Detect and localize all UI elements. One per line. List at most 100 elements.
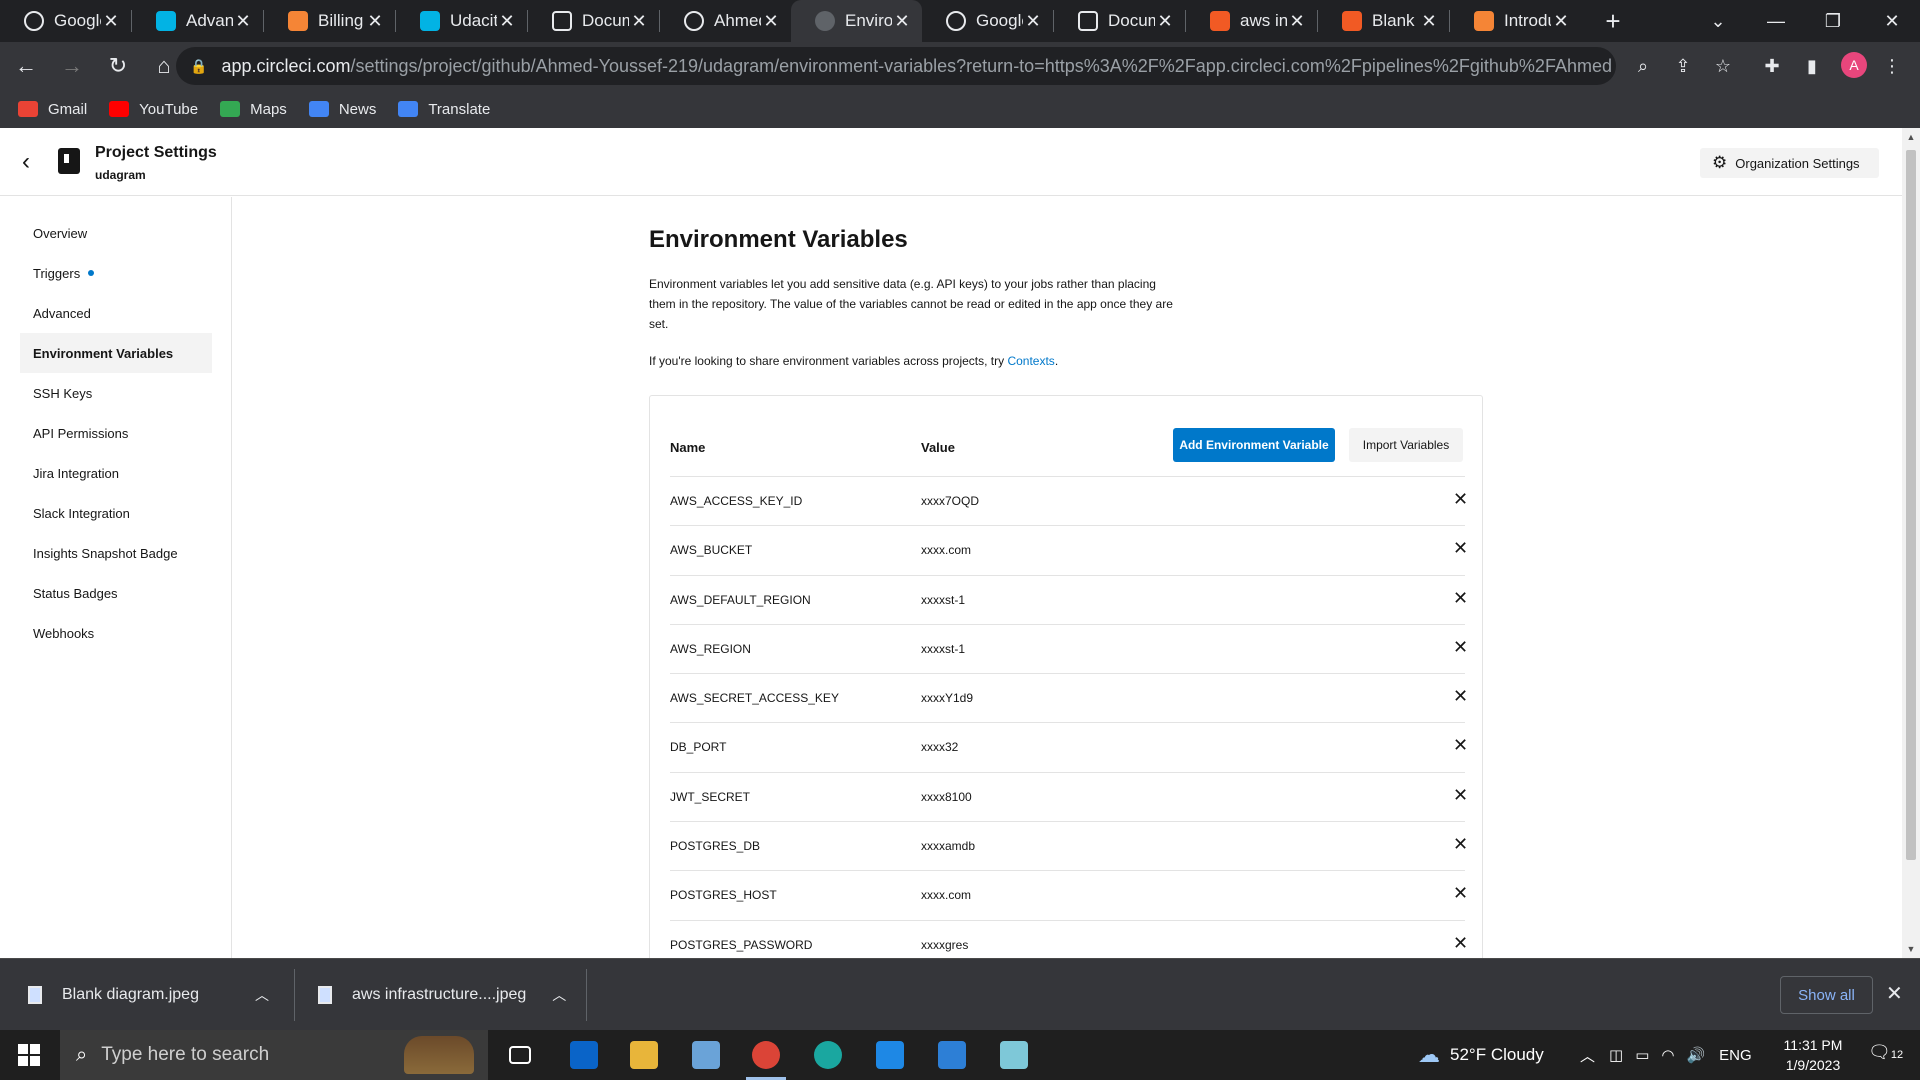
tab-close-icon[interactable]: ✕ [1023,11,1043,32]
tab-close-icon[interactable]: ✕ [629,11,649,32]
sidebar-item[interactable]: Jira Integration [20,453,212,493]
tab-close-icon[interactable]: ✕ [761,11,781,32]
delete-icon[interactable]: ✕ [1453,834,1468,855]
back-chevron-icon[interactable]: ‹ [22,148,30,176]
chevron-up-icon[interactable]: ︿ [255,985,269,1005]
bookmark-item[interactable]: YouTube [109,101,198,118]
tab-close-icon[interactable]: ✕ [1287,11,1307,32]
tab-search-icon[interactable]: ⌄ [1688,0,1748,42]
meet-now-icon[interactable]: ◫ [1609,1046,1623,1064]
sidebar-item[interactable]: SSH Keys [20,373,212,413]
scrollbar-thumb[interactable] [1906,150,1916,860]
url-text[interactable]: app.circleci.com/settings/project/github… [221,56,1611,77]
sidebar-item[interactable]: Overview [20,213,212,253]
delete-icon[interactable]: ✕ [1453,785,1468,806]
import-variables-button[interactable]: Import Variables [1349,428,1463,462]
browser-tab[interactable]: Google ✕ [922,0,1053,42]
sidebar-item[interactable]: Slack Integration [20,493,212,533]
tab-close-icon[interactable]: ✕ [101,11,121,32]
tab-close-icon[interactable]: ✕ [365,11,385,32]
new-tab-icon[interactable]: + [1593,6,1633,37]
delete-icon[interactable]: ✕ [1453,883,1468,904]
restore-icon[interactable]: ❐ [1803,0,1863,42]
browser-tab[interactable]: Google ✕ [0,0,131,42]
bookmark-item[interactable]: Gmail [18,101,87,118]
minimize-icon[interactable]: — [1746,0,1806,42]
windows-start-icon[interactable] [18,1044,40,1066]
taskbar-app[interactable] [800,1030,856,1080]
browser-tab[interactable]: aws infr ✕ [1186,0,1317,42]
tab-close-icon[interactable]: ✕ [1155,11,1175,32]
sidebar-item[interactable]: Insights Snapshot Badge [20,533,212,573]
sidebar-item[interactable]: Triggers [20,253,212,293]
delete-icon[interactable]: ✕ [1453,588,1468,609]
volume-icon[interactable]: 🔊 [1686,1046,1705,1064]
browser-tab[interactable]: Introdu ✕ [1450,0,1581,42]
clock[interactable]: 11:31 PM 1/9/2023 [1768,1035,1858,1075]
menu-kebab-icon[interactable]: ⋮ [1876,50,1908,82]
add-environment-variable-button[interactable]: Add Environment Variable [1173,428,1335,462]
notifications-icon[interactable]: 🗨12 [1868,1042,1903,1063]
taskbar-search[interactable]: ⌕ Type here to search [60,1030,488,1080]
download-item[interactable]: aws infrastructure....jpeg ︿ [318,959,566,1031]
window-close-icon[interactable]: ✕ [1862,0,1920,42]
address-bar[interactable]: 🔒 app.circleci.com/settings/project/gith… [176,47,1616,85]
scroll-down-icon[interactable]: ▼ [1902,944,1920,954]
back-arrow-icon[interactable]: ← [6,46,46,86]
share-icon[interactable]: ⇪ [1667,50,1699,82]
delete-icon[interactable]: ✕ [1453,933,1468,954]
delete-icon[interactable]: ✕ [1453,637,1468,658]
taskbar-app[interactable] [556,1030,612,1080]
bookmark-item[interactable]: News [308,101,376,118]
bookmark-item[interactable]: Maps [220,101,287,118]
sidebar-item[interactable]: Environment Variables [20,333,212,373]
profile-avatar[interactable]: A [1841,52,1867,78]
battery-icon[interactable]: ▭ [1635,1046,1649,1064]
show-all-button[interactable]: Show all [1780,976,1873,1014]
download-item[interactable]: Blank diagram.jpeg ︿ [28,959,269,1031]
scroll-up-icon[interactable]: ▲ [1902,132,1920,142]
side-panel-icon[interactable]: ▮ [1796,50,1828,82]
delete-icon[interactable]: ✕ [1453,735,1468,756]
delete-icon[interactable]: ✕ [1453,686,1468,707]
taskbar-app[interactable] [986,1030,1042,1080]
page-scrollbar[interactable]: ▲ ▼ [1902,128,1920,958]
tab-close-icon[interactable]: ✕ [1551,11,1571,32]
sidebar-item[interactable]: Status Badges [20,573,212,613]
browser-tab[interactable]: Environ ✕ [791,0,922,42]
taskbar-app[interactable] [738,1030,794,1080]
sidebar-item[interactable]: Webhooks [20,613,212,653]
delete-icon[interactable]: ✕ [1453,538,1468,559]
taskbar-app[interactable] [492,1030,548,1080]
tab-close-icon[interactable]: ✕ [892,11,912,32]
browser-tab[interactable]: Blank d ✕ [1318,0,1449,42]
browser-tab[interactable]: Docum ✕ [1054,0,1185,42]
extensions-icon[interactable]: ✚ [1756,50,1788,82]
browser-tab[interactable]: Docum ✕ [528,0,659,42]
tray-icons[interactable]: ︿ ◫ ▭ ◠ 🔊 ENG [1580,1030,1752,1080]
bookmark-star-icon[interactable]: ☆ [1707,50,1739,82]
close-icon[interactable]: ✕ [1886,981,1903,1006]
reload-icon[interactable]: ↻ [98,46,138,86]
browser-tab[interactable]: Udacity ✕ [396,0,527,42]
chevron-up-icon[interactable]: ︿ [1580,1045,1595,1066]
sidebar-item[interactable]: Advanced [20,293,212,333]
wifi-icon[interactable]: ◠ [1661,1046,1674,1064]
contexts-link[interactable]: Contexts [1007,354,1054,368]
browser-tab[interactable]: Ahmed ✕ [660,0,791,42]
taskbar-app[interactable] [924,1030,980,1080]
forward-arrow-icon[interactable]: → [52,46,92,86]
weather-widget[interactable]: ☁ 52°F Cloudy [1418,1030,1544,1080]
language-indicator[interactable]: ENG [1719,1047,1752,1064]
delete-icon[interactable]: ✕ [1453,489,1468,510]
organization-settings-button[interactable]: ⚙ Organization Settings [1700,148,1879,178]
chevron-up-icon[interactable]: ︿ [552,985,566,1005]
tab-close-icon[interactable]: ✕ [1419,11,1439,32]
sidebar-item[interactable]: API Permissions [20,413,212,453]
taskbar-app[interactable] [678,1030,734,1080]
taskbar-app[interactable] [862,1030,918,1080]
tab-close-icon[interactable]: ✕ [233,11,253,32]
taskbar-app[interactable] [616,1030,672,1080]
browser-tab[interactable]: Billing M ✕ [264,0,395,42]
tab-close-icon[interactable]: ✕ [497,11,517,32]
